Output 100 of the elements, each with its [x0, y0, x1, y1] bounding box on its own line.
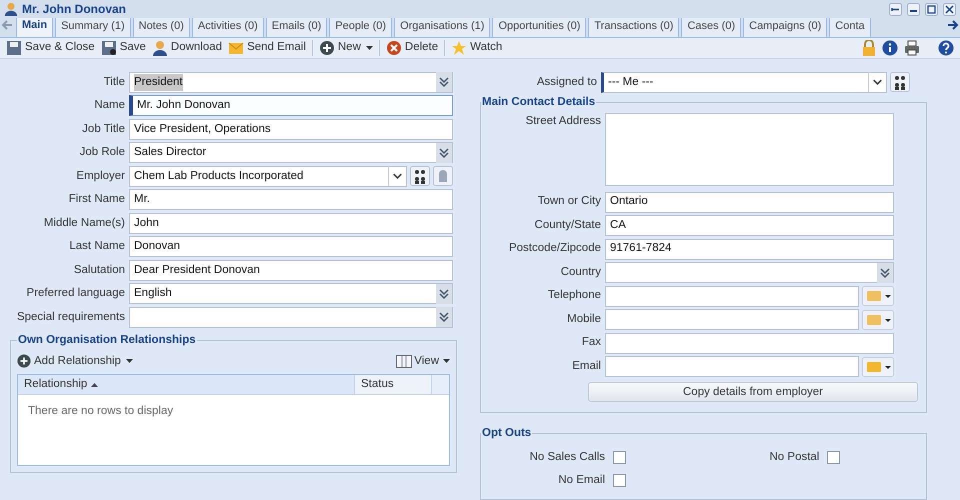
field-label: Title	[102, 74, 126, 90]
field-label: First Name	[68, 192, 126, 208]
people-picker-icon[interactable]	[410, 166, 430, 186]
help-icon[interactable]	[938, 40, 954, 56]
field-label: Fax	[580, 335, 602, 350]
field-label: County/State	[534, 218, 602, 233]
toolbar-button[interactable]: Delete	[386, 39, 438, 56]
tab[interactable]: Summary (1)	[55, 18, 131, 38]
field-value: English	[134, 286, 172, 302]
checkbox-label: No Sales Calls	[528, 450, 606, 464]
people-picker-icon[interactable]	[890, 72, 910, 92]
star-icon	[451, 40, 468, 56]
field-label: Name	[93, 98, 126, 114]
field-label: Street Address	[524, 114, 602, 130]
input-field[interactable]: CA	[605, 215, 894, 236]
field-label: Mobile	[566, 312, 602, 327]
checkbox[interactable]	[613, 450, 626, 464]
tab[interactable]: Emails (0)	[266, 18, 328, 38]
field-value: Vice President, Operations	[134, 122, 271, 137]
input-field[interactable]	[605, 286, 859, 306]
checkbox[interactable]	[613, 474, 626, 487]
section-title: Main Contact Details	[481, 95, 596, 110]
dropdown-field[interactable]: President	[129, 72, 453, 93]
input-field[interactable]: Donovan	[129, 236, 453, 258]
column-header[interactable]: Relationship	[18, 375, 355, 394]
sort-ascending-icon	[91, 382, 98, 387]
print-icon[interactable]	[904, 40, 920, 56]
field-value: Dear President Donovan	[134, 262, 260, 278]
field-label: Employer	[75, 168, 126, 184]
tab[interactable]: Activities (0)	[192, 18, 264, 38]
tab[interactable]: Main	[16, 18, 54, 38]
checkbox[interactable]	[827, 450, 840, 464]
caret-down-icon	[366, 46, 373, 50]
dropdown-trigger-icon[interactable]	[436, 142, 452, 163]
caret-down-icon	[126, 359, 133, 364]
columns-icon	[396, 354, 412, 368]
dropdown-field[interactable]	[129, 306, 453, 328]
toolbar-button[interactable]: Save	[100, 39, 146, 56]
field-label: Special requirements	[16, 310, 126, 325]
dropdown-field[interactable]: English	[129, 283, 453, 304]
input-field[interactable]: Vice President, Operations	[129, 118, 453, 140]
field-label: Email	[571, 358, 602, 374]
tab[interactable]: Organisations (1)	[394, 18, 490, 38]
input-field[interactable]	[605, 332, 894, 354]
dropdown-trigger-icon[interactable]	[436, 72, 452, 92]
section-title: Own Organisation Relationships	[17, 333, 197, 348]
field-label: Postcode/Zipcode	[508, 241, 602, 256]
person-icon	[152, 40, 168, 56]
add-relationship-button[interactable]: Add Relationship	[17, 352, 133, 370]
maximize-icon[interactable]	[925, 2, 938, 16]
field-label: Telephone	[546, 288, 602, 304]
dropdown-trigger-icon[interactable]	[877, 262, 893, 282]
dropdown-trigger-icon[interactable]	[436, 307, 452, 328]
field-value: Mr.	[134, 192, 150, 208]
tab[interactable]: Transactions (0)	[588, 18, 680, 38]
minimize-icon[interactable]	[907, 2, 920, 16]
column-header[interactable]: Status	[355, 375, 432, 394]
tab[interactable]: Campaigns (0)	[743, 18, 828, 38]
toolbar-button[interactable]: Watch	[451, 39, 502, 56]
plus-circle-icon	[17, 354, 31, 368]
field-label: Job Role	[78, 145, 126, 160]
dropdown-field[interactable]	[605, 262, 894, 283]
field-value: Sales Director	[134, 145, 206, 160]
tab[interactable]: Opportunities (0)	[492, 18, 586, 38]
input-field[interactable]: Mr.	[129, 189, 453, 210]
input-field[interactable]	[605, 309, 859, 330]
tab[interactable]: Cases (0)	[681, 18, 742, 38]
input-field[interactable]: John	[129, 212, 453, 234]
toolbar-button[interactable]: Send Email	[228, 39, 306, 56]
copy-details-button[interactable]: Copy details from employer	[588, 382, 918, 402]
field-label: Job Title	[81, 122, 126, 137]
input-field[interactable]: Dear President Donovan	[129, 260, 453, 281]
input-field[interactable]: Ontario	[605, 192, 894, 212]
input-field[interactable]: 91761-7824	[605, 238, 894, 260]
lock-icon[interactable]	[862, 40, 876, 56]
field-value: Chem Lab Products Incorporated	[134, 170, 304, 182]
employer-field[interactable]: Chem Lab Products Incorporated	[129, 166, 407, 187]
close-icon[interactable]	[943, 2, 956, 16]
field-value: John	[134, 216, 159, 231]
toolbar-button[interactable]: Save & Close	[6, 39, 95, 56]
plus-circle-icon	[318, 40, 335, 56]
input-field[interactable]	[605, 356, 859, 377]
tab[interactable]: Notes (0)	[132, 18, 190, 38]
pin-icon[interactable]	[889, 2, 902, 16]
field-value: Donovan	[134, 239, 180, 254]
field-label: Last Name	[68, 239, 126, 254]
caret-down-icon	[443, 359, 450, 364]
dropdown-field[interactable]: Sales Director	[129, 142, 453, 164]
field-label: Salutation	[72, 262, 126, 278]
dropdown-field[interactable]: --- Me ---	[601, 72, 887, 93]
toolbar-button[interactable]: New	[318, 39, 373, 56]
tab[interactable]: Conta	[829, 18, 871, 38]
info-icon[interactable]	[882, 40, 898, 56]
toolbar-button[interactable]: Download	[152, 39, 222, 56]
tab[interactable]: People (0)	[329, 18, 392, 38]
textarea-field[interactable]	[605, 113, 894, 186]
dropdown-trigger-icon[interactable]	[436, 284, 452, 304]
field-label: Preferred language	[26, 286, 126, 302]
input-field[interactable]: Mr. John Donovan	[129, 95, 453, 116]
view-button[interactable]: View	[396, 352, 450, 370]
